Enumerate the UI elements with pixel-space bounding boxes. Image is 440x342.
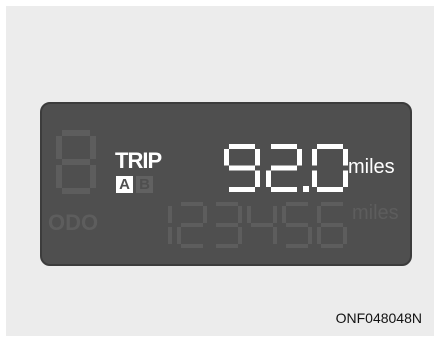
segment-d bbox=[286, 244, 308, 248]
segment-g bbox=[229, 165, 255, 171]
segment-c bbox=[343, 227, 347, 244]
segment-e bbox=[312, 170, 317, 187]
segment-a bbox=[181, 202, 203, 206]
odo-label: ODO bbox=[48, 210, 99, 235]
segment-b bbox=[297, 149, 302, 166]
segment-a bbox=[229, 144, 255, 149]
segment-f bbox=[224, 149, 229, 166]
segment-g bbox=[181, 223, 203, 227]
segment-d bbox=[229, 187, 255, 192]
segment-b bbox=[90, 136, 96, 159]
segment-a bbox=[216, 202, 238, 206]
figure-background: TRIP A B miles ODO miles ONF048048N bbox=[6, 6, 434, 336]
odo-digit-3 bbox=[216, 202, 242, 248]
figure-caption: ONF048048N bbox=[335, 310, 422, 326]
trip-unit-label: miles bbox=[348, 156, 395, 178]
segment-d bbox=[216, 244, 238, 248]
odo-digit-5 bbox=[282, 202, 312, 248]
segment-g bbox=[321, 223, 343, 227]
trip-b-indicator: B bbox=[136, 176, 153, 193]
trip-digit-9 bbox=[224, 144, 260, 192]
segment-d bbox=[181, 244, 203, 248]
segment-a bbox=[271, 144, 297, 149]
segment-d bbox=[317, 187, 343, 192]
segment-g bbox=[251, 223, 273, 227]
segment-f bbox=[282, 206, 286, 223]
trip-digit-2 bbox=[266, 144, 302, 192]
segment-b bbox=[273, 206, 277, 223]
trip-label: TRIP bbox=[115, 148, 162, 173]
segment-e bbox=[266, 170, 271, 187]
segment-f bbox=[56, 136, 62, 159]
segment-f bbox=[312, 149, 317, 166]
segment-d bbox=[62, 188, 90, 194]
segment-b bbox=[203, 206, 207, 223]
segment-c bbox=[308, 227, 312, 244]
segment-b bbox=[255, 149, 260, 166]
segment-a bbox=[321, 202, 343, 206]
odo-unit-label: miles bbox=[352, 202, 399, 224]
lcd-display-panel: TRIP A B miles ODO miles bbox=[40, 102, 412, 266]
segment-digits bbox=[56, 130, 348, 248]
segment-e bbox=[56, 165, 62, 188]
segment-g bbox=[271, 165, 297, 171]
segment-b bbox=[238, 206, 242, 223]
odo-digit-1 bbox=[168, 206, 172, 244]
segment-c bbox=[255, 170, 260, 187]
segment-a bbox=[317, 144, 343, 149]
segment-a bbox=[62, 130, 90, 136]
segment-e bbox=[317, 227, 321, 244]
trip-decimal-point bbox=[303, 186, 309, 192]
segment-c bbox=[90, 165, 96, 188]
odo-digit-2 bbox=[177, 202, 207, 248]
unlit-digit-8 bbox=[56, 130, 96, 194]
trip-digit-0 bbox=[312, 144, 348, 192]
segment-d bbox=[321, 244, 343, 248]
odo-digit-6 bbox=[317, 202, 347, 248]
segment-b bbox=[168, 206, 172, 223]
segment-g bbox=[286, 223, 308, 227]
segment-f bbox=[247, 206, 251, 223]
segment-g bbox=[216, 223, 238, 227]
segment-a bbox=[286, 202, 308, 206]
odo-digit-4 bbox=[247, 206, 277, 244]
segment-g bbox=[62, 159, 90, 165]
segment-c bbox=[238, 227, 242, 244]
segment-d bbox=[271, 187, 297, 192]
trip-a-indicator: A bbox=[116, 176, 133, 193]
segment-c bbox=[168, 227, 172, 244]
segment-c bbox=[273, 227, 277, 244]
segment-f bbox=[317, 206, 321, 223]
segment-e bbox=[177, 227, 181, 244]
